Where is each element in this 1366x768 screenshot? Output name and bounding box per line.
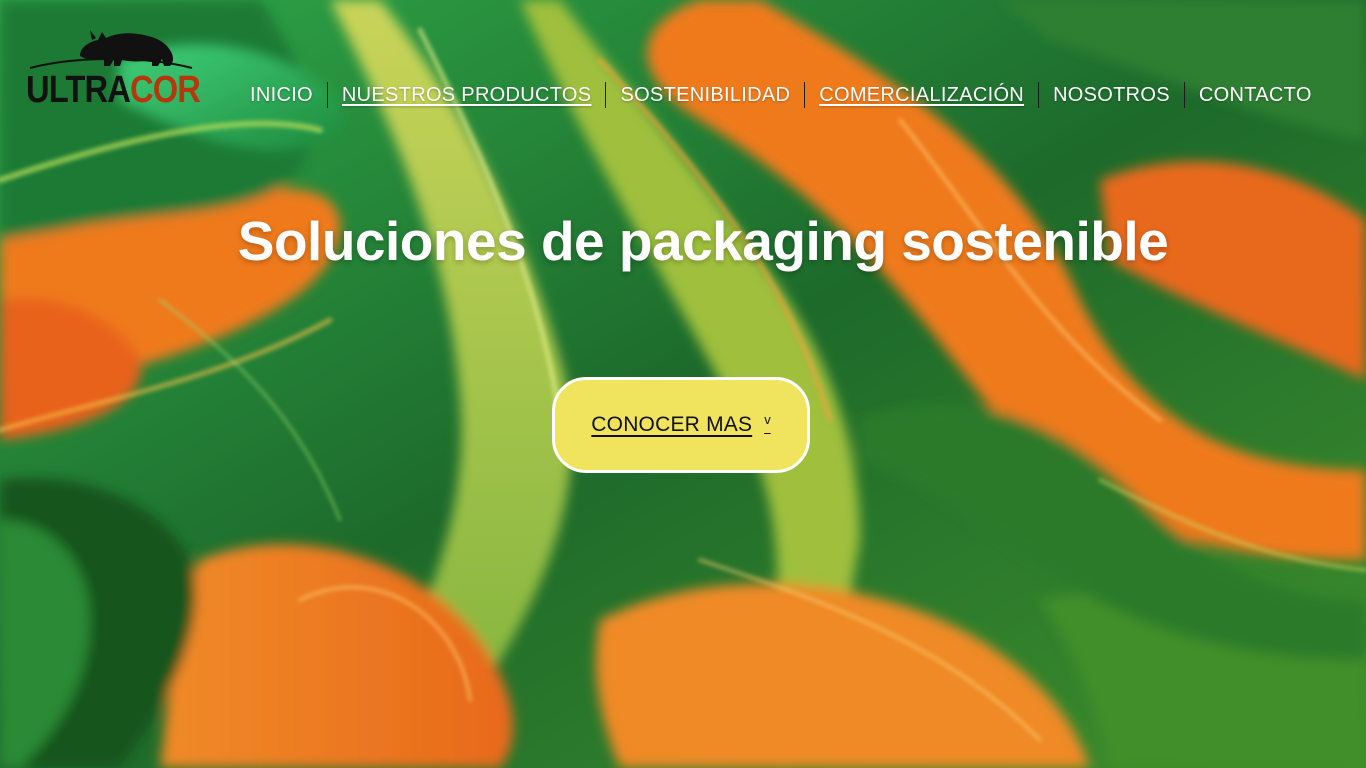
chevron-down-icon: v — [764, 411, 771, 427]
nav-item-inicio[interactable]: INICIO — [236, 82, 327, 108]
logo-text-ultra: ULTRA — [26, 69, 131, 111]
nav-item-label: NUESTROS PRODUCTOS — [341, 84, 592, 106]
ultracor-logo[interactable]: ULTRACOR — [26, 26, 201, 112]
nav-item-sostenibilidad[interactable]: SOSTENIBILIDAD — [606, 82, 804, 108]
landing-page: ULTRACOR INICIO NUESTROS PRODUCTOS SOSTE… — [0, 0, 1366, 768]
nav-item-label: NOSOTROS — [1053, 84, 1170, 106]
hero-title: Soluciones de packaging sostenible — [237, 210, 1169, 272]
nav-item-nuestros-productos[interactable]: NUESTROS PRODUCTOS — [328, 82, 606, 108]
nav-item-label: SOSTENIBILIDAD — [620, 84, 791, 106]
nav-item-label: CONTACTO — [1198, 84, 1312, 106]
main-navigation: INICIO NUESTROS PRODUCTOS SOSTENIBILIDAD… — [236, 80, 1326, 110]
logo-wordmark: ULTRACOR — [26, 69, 201, 111]
conocer-mas-button[interactable]: CONOCER MAS v — [552, 377, 810, 473]
nav-item-contacto[interactable]: CONTACTO — [1185, 82, 1326, 108]
logo-text-cor: COR — [130, 69, 201, 111]
nav-item-label: COMERCIALIZACIÓN — [819, 84, 1025, 106]
cta-label: CONOCER MAS — [591, 413, 753, 436]
nav-item-nosotros[interactable]: NOSOTROS — [1039, 82, 1184, 108]
nav-item-label: INICIO — [250, 84, 313, 106]
nav-item-comercializacion[interactable]: COMERCIALIZACIÓN — [805, 82, 1038, 108]
